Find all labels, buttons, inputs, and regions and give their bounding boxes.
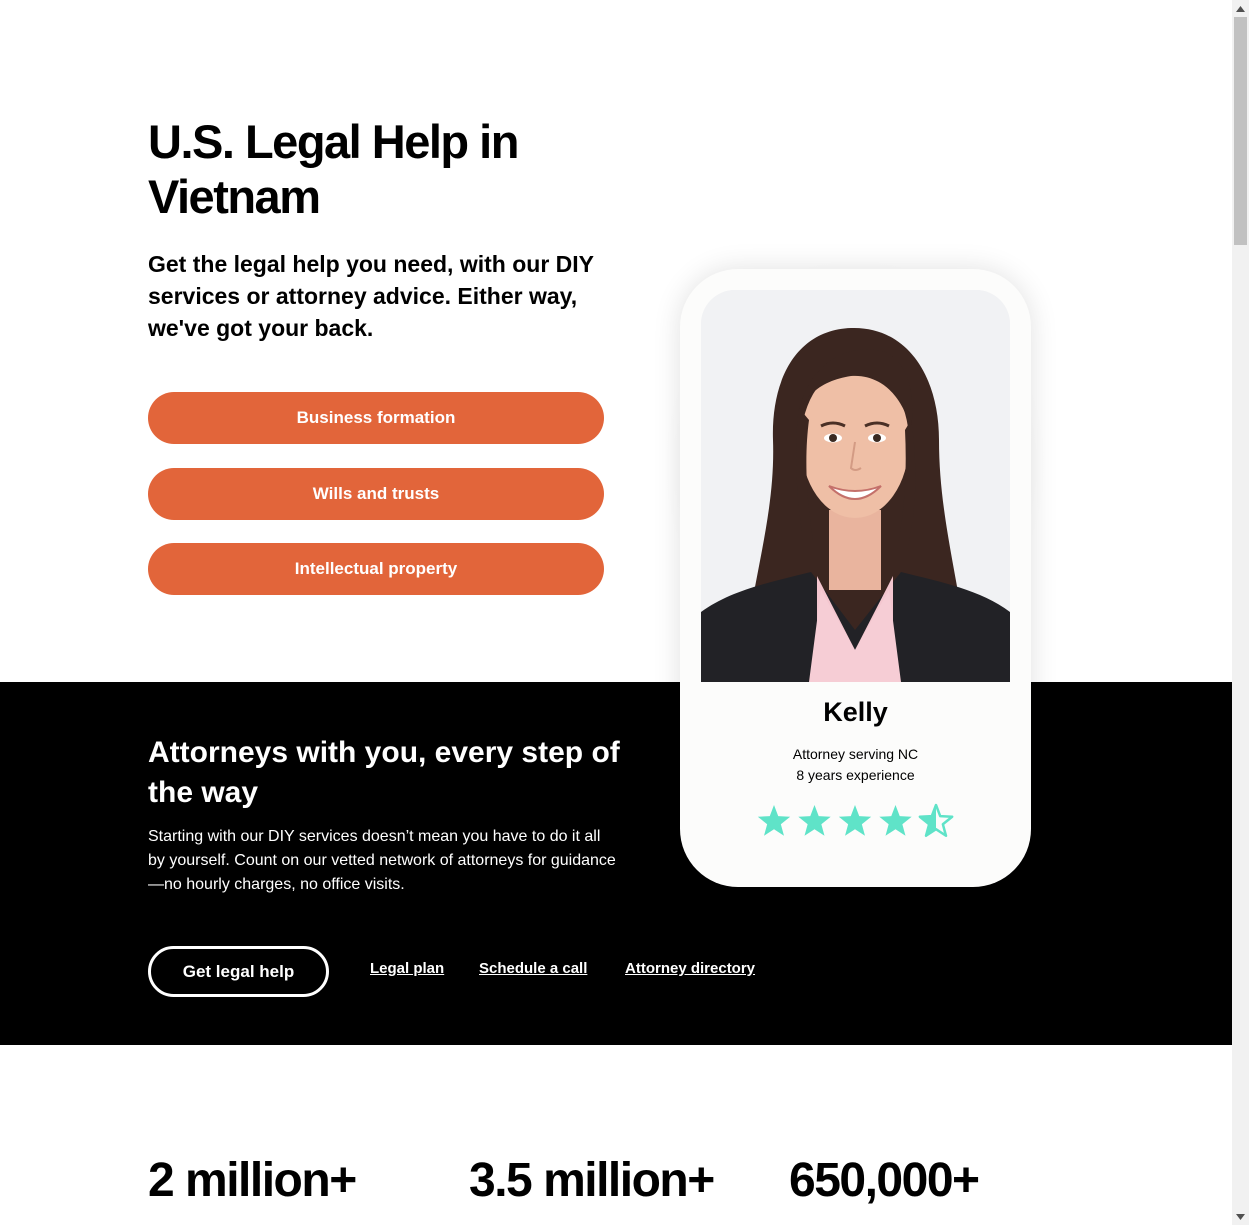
star-full-icon bbox=[757, 805, 791, 836]
attorney-directory-link[interactable]: Attorney directory bbox=[625, 960, 755, 977]
stat-value: 3.5 million+ bbox=[469, 1154, 715, 1207]
business-formation-button[interactable]: Business formation bbox=[148, 392, 604, 444]
stat-value: 2 million+ bbox=[148, 1154, 357, 1207]
star-full-icon bbox=[798, 805, 831, 836]
legal-plan-link[interactable]: Legal plan bbox=[370, 960, 444, 977]
attorney-portrait-photo bbox=[701, 290, 1010, 682]
hero-subtitle: Get the legal help you need, with our DI… bbox=[148, 251, 594, 341]
page-title: U.S. Legal Help in Vietnam bbox=[148, 115, 519, 223]
schedule-a-call-link[interactable]: Schedule a call bbox=[479, 960, 587, 977]
attorney-name: Kelly bbox=[823, 697, 888, 727]
vertical-scrollbar[interactable] bbox=[1232, 0, 1249, 1225]
attorneys-heading: Attorneys with you, every step of the wa… bbox=[148, 736, 620, 809]
get-legal-help-button[interactable]: Get legal help bbox=[148, 946, 329, 997]
scroll-down-arrow-icon[interactable] bbox=[1232, 1208, 1249, 1225]
stat-value: 650,000+ bbox=[789, 1154, 980, 1207]
star-full-icon bbox=[838, 805, 872, 836]
intellectual-property-button[interactable]: Intellectual property bbox=[148, 543, 604, 595]
attorney-card: Kelly Attorney serving NC 8 years experi… bbox=[680, 269, 1031, 887]
page: U.S. Legal Help in Vietnam Get the legal… bbox=[0, 0, 1232, 1225]
star-full-icon bbox=[879, 805, 912, 836]
scrollbar-thumb[interactable] bbox=[1234, 17, 1247, 245]
attorneys-description: Starting with our DIY services doesn’t m… bbox=[148, 828, 616, 893]
wills-and-trusts-button[interactable]: Wills and trusts bbox=[148, 468, 604, 520]
attorney-experience: 8 years experience bbox=[796, 767, 915, 783]
attorney-role: Attorney serving NC bbox=[792, 746, 919, 762]
scroll-up-arrow-icon[interactable] bbox=[1232, 0, 1249, 17]
rating-stars bbox=[757, 803, 954, 837]
